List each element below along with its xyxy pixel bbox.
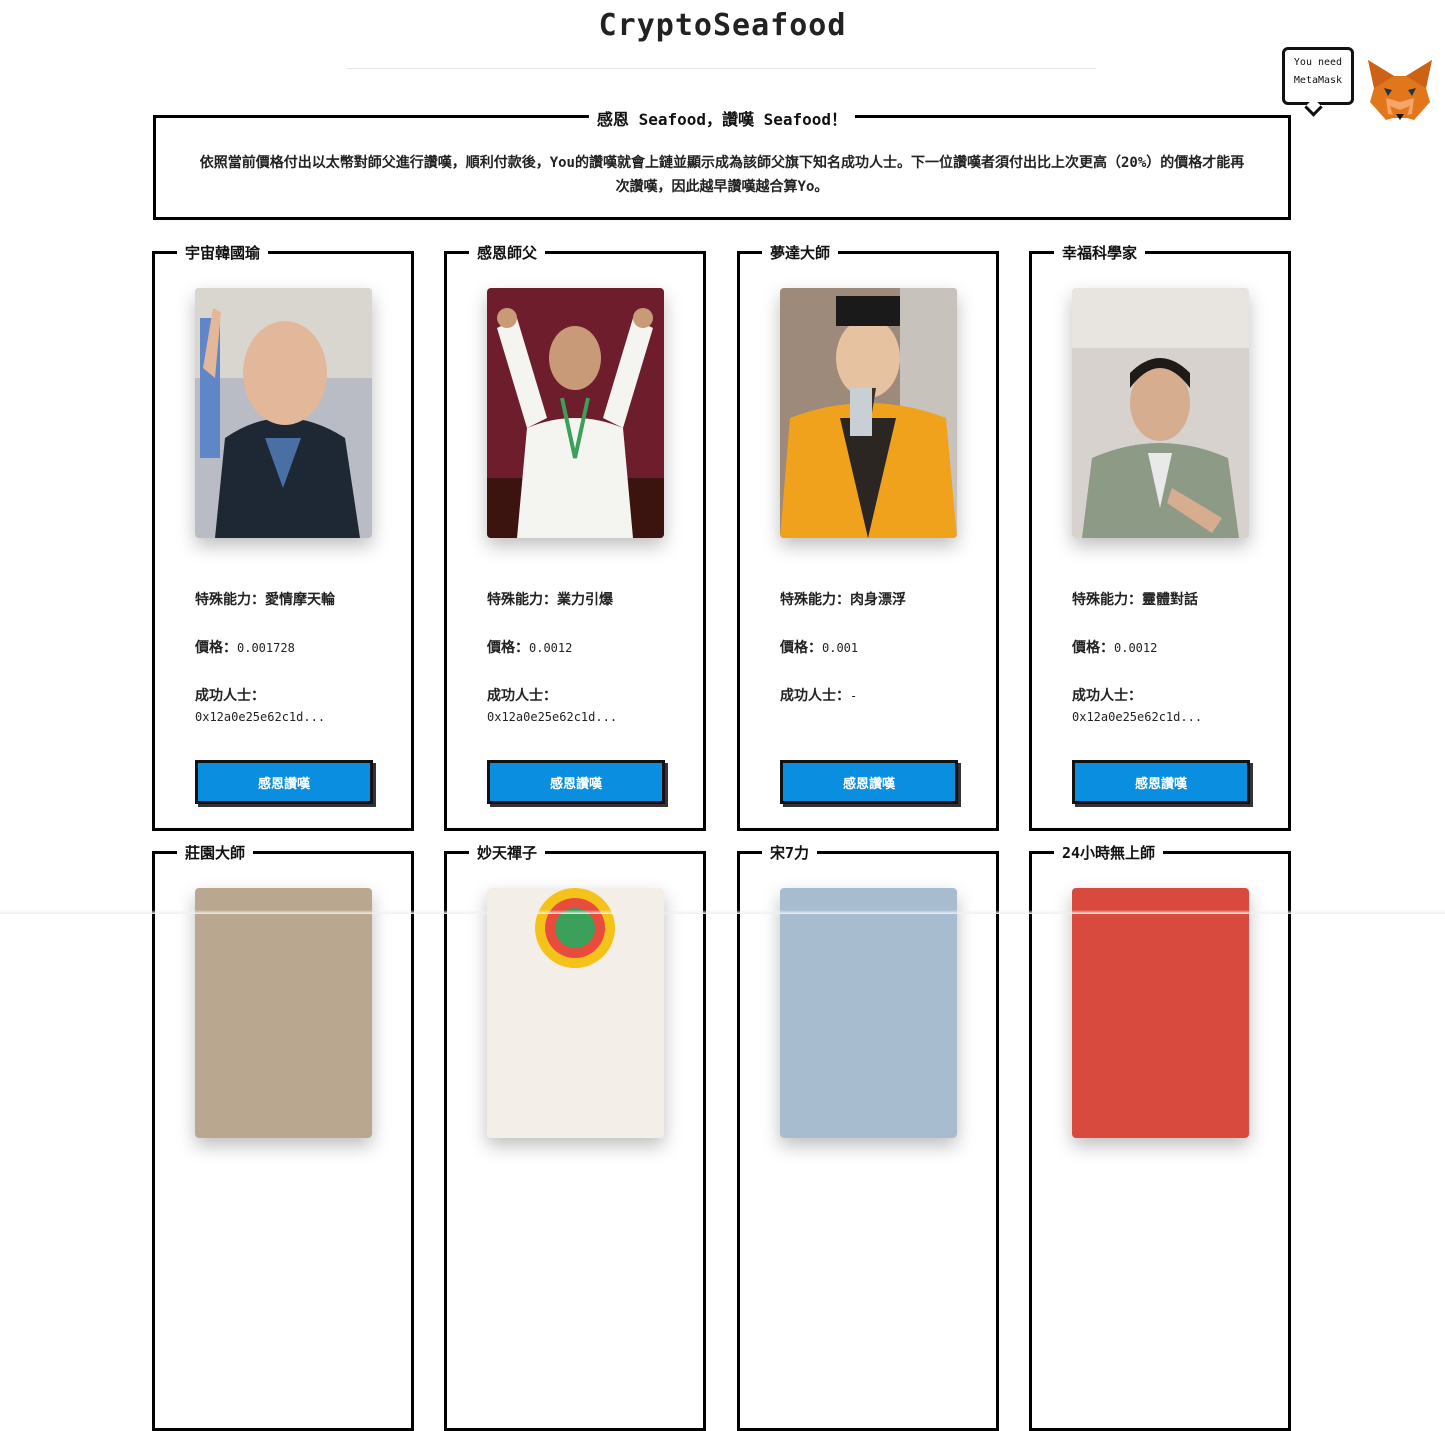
title-divider xyxy=(346,68,1096,69)
site-title: CryptoSeafood xyxy=(598,8,847,43)
master-photo xyxy=(780,288,957,538)
master-card: 夢達大師 特殊能力：肉身漂浮 價格：0.001 成功人士：- 感恩讚嘆 xyxy=(737,242,999,831)
card-title: 24小時無上師 xyxy=(1054,842,1164,863)
intro-description: 依照當前價格付出以太幣對師父進行讚嘆，順利付款後，You的讚嘆就會上鏈並顯示成為… xyxy=(199,155,1245,195)
price-value: 0.001 xyxy=(822,641,859,655)
winner-label: 成功人士： xyxy=(195,688,265,704)
intro-heading: 感恩 Seafood，讚嘆 Seafood！ xyxy=(588,106,856,130)
master-photo xyxy=(195,288,372,538)
master-photo xyxy=(195,888,372,1138)
winner-label: 成功人士： xyxy=(1072,688,1142,704)
winner-value: - xyxy=(850,689,858,703)
master-photo xyxy=(487,888,664,1138)
ability-label: 特殊能力： xyxy=(195,592,265,608)
winner-row: 成功人士： xyxy=(487,685,557,705)
winner-row: 成功人士： xyxy=(1072,685,1142,705)
price-value: 0.001728 xyxy=(237,641,295,655)
ability-label: 特殊能力： xyxy=(487,592,557,608)
ability-value: 愛情摩天輪 xyxy=(265,592,335,608)
metamask-notice-line2: MetaMask xyxy=(1293,75,1343,86)
card-title: 感恩師父 xyxy=(469,242,546,263)
price-value: 0.0012 xyxy=(1114,641,1158,655)
card-title: 幸福科學家 xyxy=(1054,242,1146,263)
card-title: 宋7力 xyxy=(762,842,818,863)
price-label: 價格： xyxy=(780,640,822,656)
winner-label: 成功人士： xyxy=(487,688,557,704)
card-title: 夢達大師 xyxy=(762,242,839,263)
master-card: 宋7力 xyxy=(737,842,999,1431)
ability-value: 肉身漂浮 xyxy=(850,592,906,608)
praise-button[interactable]: 感恩讚嘆 xyxy=(195,760,373,804)
price-row: 價格：0.001728 xyxy=(195,637,295,657)
card-title: 莊園大師 xyxy=(177,842,254,863)
card-title: 妙天禪子 xyxy=(469,842,546,863)
price-label: 價格： xyxy=(487,640,529,656)
intro-panel: 感恩 Seafood，讚嘆 Seafood！ 依照當前價格付出以太幣對師父進行讚… xyxy=(153,106,1291,220)
master-photo xyxy=(487,288,664,538)
master-photo xyxy=(780,888,957,1138)
ability-row: 特殊能力：愛情摩天輪 xyxy=(195,589,335,609)
metamask-notice-line1: You need xyxy=(1293,57,1343,68)
praise-button[interactable]: 感恩讚嘆 xyxy=(780,760,958,804)
master-card: 幸福科學家 特殊能力：靈體對話 價格：0.0012 成功人士： 0x12a0e2… xyxy=(1029,242,1291,831)
scroll-fade xyxy=(0,910,1445,914)
master-card: 感恩師父 特殊能力：業力引爆 價格：0.0012 成功人士： 0x12a0e25… xyxy=(444,242,706,831)
master-card: 24小時無上師 xyxy=(1029,842,1291,1431)
winner-row: 成功人士： xyxy=(195,685,265,705)
ability-value: 業力引爆 xyxy=(557,592,613,608)
price-row: 價格：0.0012 xyxy=(1072,637,1157,657)
winner-row: 成功人士：- xyxy=(780,685,857,705)
ability-label: 特殊能力： xyxy=(780,592,850,608)
metamask-fox-icon[interactable] xyxy=(1366,58,1434,124)
ability-label: 特殊能力： xyxy=(1072,592,1142,608)
price-value: 0.0012 xyxy=(529,641,573,655)
price-label: 價格： xyxy=(1072,640,1114,656)
winner-label: 成功人士： xyxy=(780,688,850,704)
master-card: 妙天禪子 xyxy=(444,842,706,1431)
praise-button[interactable]: 感恩讚嘆 xyxy=(487,760,665,804)
price-row: 價格：0.0012 xyxy=(487,637,572,657)
winner-address[interactable]: 0x12a0e25e62c1d... xyxy=(195,710,325,724)
master-card: 宇宙韓國瑜 特殊能力：愛情摩天輪 價格：0.001728 成功人士： 0x12a… xyxy=(152,242,414,831)
metamask-notice-bubble: You need MetaMask xyxy=(1282,47,1354,105)
praise-button[interactable]: 感恩讚嘆 xyxy=(1072,760,1250,804)
winner-address[interactable]: 0x12a0e25e62c1d... xyxy=(487,710,617,724)
ability-row: 特殊能力：業力引爆 xyxy=(487,589,613,609)
master-photo xyxy=(1072,288,1249,538)
price-row: 價格：0.001 xyxy=(780,637,858,657)
ability-value: 靈體對話 xyxy=(1142,592,1198,608)
winner-address[interactable]: 0x12a0e25e62c1d... xyxy=(1072,710,1202,724)
master-card: 莊園大師 xyxy=(152,842,414,1431)
master-photo xyxy=(1072,888,1249,1138)
card-title: 宇宙韓國瑜 xyxy=(177,242,269,263)
price-label: 價格： xyxy=(195,640,237,656)
ability-row: 特殊能力：肉身漂浮 xyxy=(780,589,906,609)
ability-row: 特殊能力：靈體對話 xyxy=(1072,589,1198,609)
